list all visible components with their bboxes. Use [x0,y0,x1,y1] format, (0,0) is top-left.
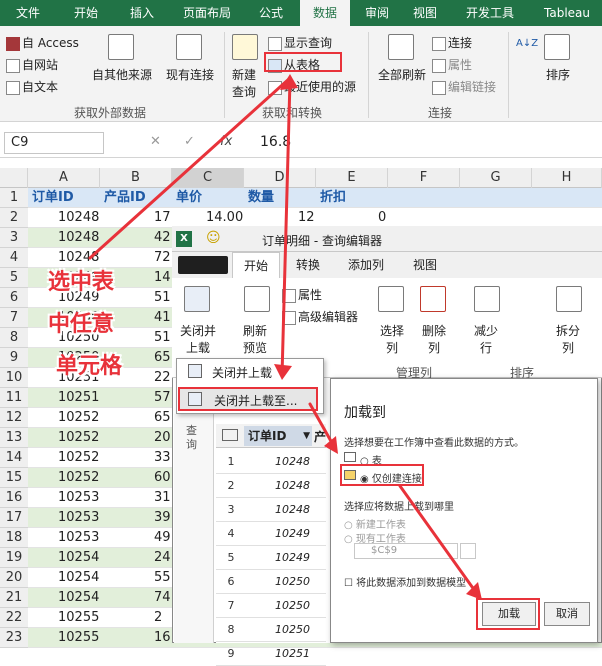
query-grid-row[interactable]: 9 10251 [216,642,326,666]
annotation-arrows [88,74,482,600]
arrow-to-load [398,484,482,600]
arrow-to-from-table [88,76,292,260]
query-row-value: 10251 [275,647,310,660]
arrowhead [274,364,292,380]
arrowhead [466,582,482,600]
arrowhead [280,74,298,90]
arrow-to-menu [280,78,292,378]
query-row-number: 9 [227,647,235,660]
